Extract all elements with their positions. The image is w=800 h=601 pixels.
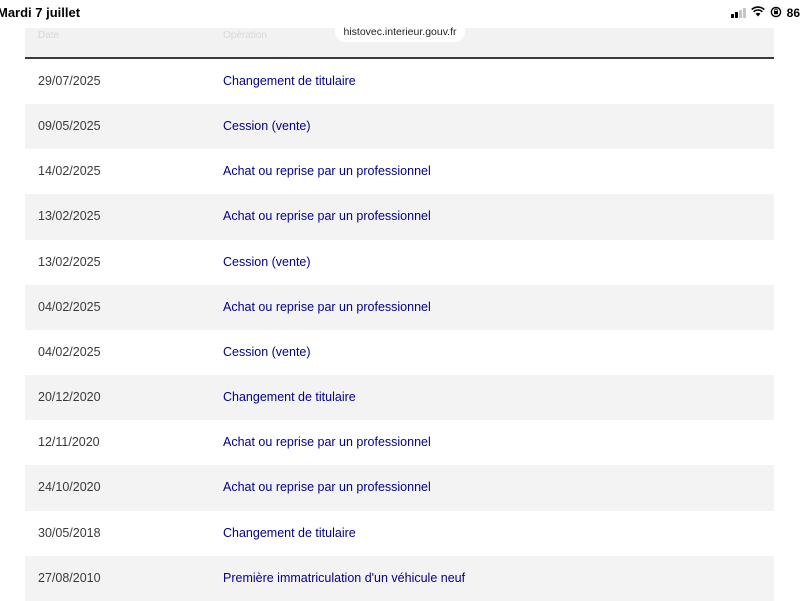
wifi-icon — [750, 6, 765, 20]
row-operation: Achat ou reprise par un professionnel — [223, 209, 431, 224]
history-table: 29/07/2025 Changement de titulaire 09/05/2… — [25, 59, 774, 601]
row-date: 24/10/2020 — [38, 480, 101, 495]
table-row: 24/10/2020 Achat ou reprise par un profes… — [25, 465, 774, 511]
row-operation: Achat ou reprise par un professionnel — [223, 164, 431, 179]
row-date: 30/05/2018 — [38, 525, 101, 540]
table-row: 30/05/2018 Changement de titulaire — [25, 511, 774, 556]
column-header-date: Date — [38, 30, 60, 41]
row-operation: Première immatriculation d'un véhicule n… — [223, 570, 466, 585]
table-row: 04/02/2025 Achat ou reprise par un profes… — [25, 284, 774, 330]
status-time: Mardi 7 juillet — [0, 5, 81, 20]
row-operation: Cession (vente) — [223, 254, 311, 269]
row-operation: Cession (vente) — [223, 344, 311, 359]
row-date: 12/11/2020 — [38, 435, 100, 450]
row-operation: Cession (vente) — [223, 119, 311, 134]
row-operation: Achat ou reprise par un professionnel — [223, 435, 431, 450]
table-row: 12/11/2020 Achat ou reprise par un profes… — [25, 420, 774, 465]
row-operation: Achat ou reprise par un professionnel — [223, 480, 431, 495]
row-operation: Changement de titulaire — [223, 525, 356, 540]
row-date: 27/08/2010 — [38, 570, 101, 585]
row-operation: Changement de titulaire — [223, 74, 356, 88]
table-row: 27/08/2010 Première immatriculation d'un … — [25, 555, 774, 601]
table-row: 04/02/2025 Cession (vente) — [25, 330, 774, 375]
battery-percent: 86 — [786, 6, 800, 20]
row-operation: Achat ou reprise par un professionnel — [223, 299, 431, 314]
orientation-lock-icon — [770, 6, 782, 21]
table-row: 13/02/2025 Achat ou reprise par un profes… — [25, 194, 774, 240]
row-date: 04/02/2025 — [38, 344, 101, 359]
cellular-signal-icon — [730, 8, 746, 18]
header-divider — [25, 57, 774, 59]
row-date: 09/05/2025 — [38, 119, 101, 134]
column-header-operation: Opération — [223, 30, 267, 41]
row-date: 29/07/2025 — [38, 74, 101, 88]
table-row: 13/02/2025 Cession (vente) — [25, 240, 774, 285]
row-date: 20/12/2020 — [38, 390, 101, 405]
table-row: 09/05/2025 Cession (vente) — [25, 104, 774, 150]
row-date: 13/02/2025 — [38, 209, 101, 224]
table-row: 14/02/2025 Achat ou reprise par un profes… — [25, 149, 774, 194]
row-operation: Changement de titulaire — [223, 390, 356, 405]
status-icons: 86 — [730, 6, 800, 21]
row-date: 14/02/2025 — [38, 164, 101, 179]
url-bar[interactable]: histovec.interieur.gouv.fr — [335, 22, 465, 42]
row-date: 04/02/2025 — [38, 299, 101, 314]
table-row: 20/12/2020 Changement de titulaire — [25, 375, 774, 421]
row-date: 13/02/2025 — [38, 254, 101, 269]
table-row: 29/07/2025 Changement de titulaire — [25, 59, 774, 104]
